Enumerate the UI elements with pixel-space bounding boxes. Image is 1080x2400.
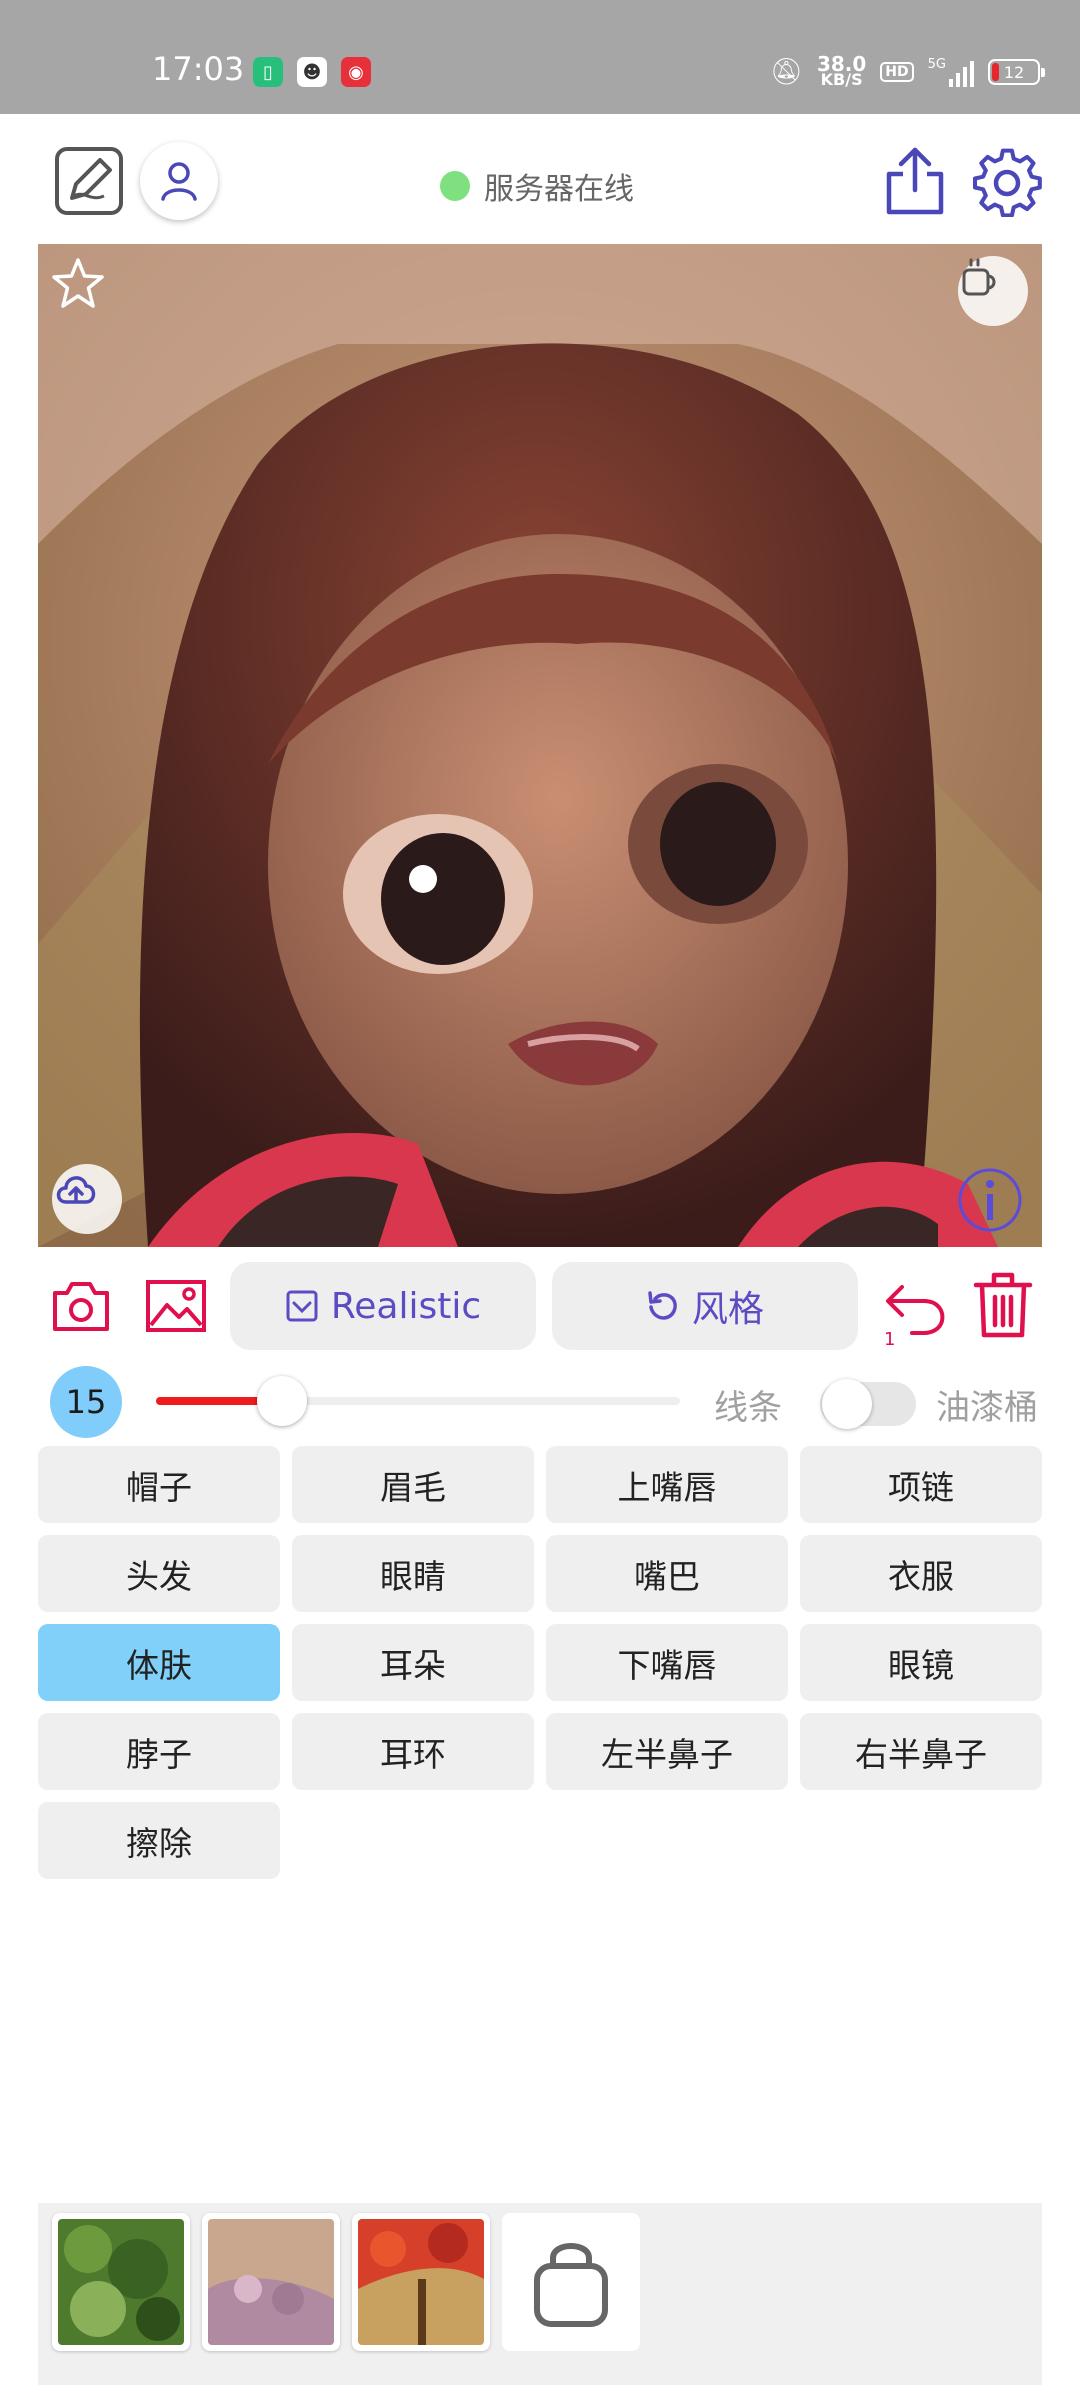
top-toolbar: 服务器在线 [0,114,1080,244]
coffee-cup-icon [962,258,996,296]
brush-row: 15 线条 油漆桶 [0,1360,1080,1440]
gallery-button[interactable] [144,1276,208,1336]
generated-portrait [38,244,1042,1247]
part-button[interactable]: 上嘴唇 [546,1446,788,1523]
online-indicator [440,171,470,201]
share-button[interactable] [880,142,950,218]
settings-button[interactable] [970,144,1044,218]
green-foliage-thumbnail [58,2219,184,2345]
part-button[interactable]: 头发 [38,1535,280,1612]
toggle-knob [822,1379,872,1429]
part-button[interactable]: 耳朵 [292,1624,534,1701]
pink-blossom-thumbnail [208,2219,334,2345]
brush-size-slider[interactable] [156,1376,680,1426]
image-icon [146,1280,206,1332]
cloud-upload-icon [56,1176,96,1204]
image-canvas[interactable] [38,244,1042,1247]
model-label: Realistic [330,1285,482,1327]
part-button[interactable]: 帽子 [38,1446,280,1523]
style-thumbnail[interactable] [352,2213,490,2351]
sketch-edit-button[interactable] [54,146,124,216]
info-button[interactable] [956,1166,1028,1238]
part-selector-grid: 帽子 眉毛 上嘴唇 项链头发 眼睛 嘴巴 衣服体肤 耳朵 下嘴唇 眼镜脖子 耳环 左半鼻子 右半鼻子擦除 [38,1446,1042,1879]
part-button[interactable]: 眉毛 [292,1446,534,1523]
slider-thumb[interactable] [256,1376,307,1426]
game-app-icon: ☻ [297,57,327,87]
refresh-icon [648,1291,677,1320]
brush-size-badge: 15 [50,1366,122,1438]
camera-button[interactable] [50,1276,112,1336]
upload-button[interactable] [52,1164,122,1234]
signal-icon: 5G [928,57,974,87]
status-time: 17:03 [152,50,245,88]
camera-icon [53,1282,109,1331]
shopping-bag-icon [534,2243,608,2327]
account-button[interactable] [140,142,218,220]
style-thumbnail[interactable] [52,2213,190,2351]
user-icon [161,162,197,201]
hd-badge: HD [880,62,914,82]
model-select-button[interactable]: Realistic [230,1262,536,1350]
style-button[interactable]: 风格 [552,1262,858,1350]
delete-button[interactable] [968,1268,1038,1342]
bucket-mode-label: 油漆桶 [936,1388,1038,1428]
music-app-icon: ◉ [341,57,371,87]
part-button[interactable]: 右半鼻子 [800,1713,1042,1790]
part-button[interactable]: 衣服 [800,1535,1042,1612]
wallet-app-icon: ▯ [253,57,283,87]
part-button[interactable]: 嘴巴 [546,1535,788,1612]
undo-button[interactable]: 1 [880,1274,950,1350]
part-button[interactable]: 耳环 [292,1713,534,1790]
part-button[interactable]: 擦除 [38,1802,280,1879]
checkbox-icon [286,1290,318,1322]
style-thumbnail-strip [38,2203,1042,2385]
status-bar: 17:03 ▯ ☻ ◉ 🔕︎ 38.0 KB/S HD 5G 12 [0,0,1080,114]
star-icon [52,258,104,308]
line-mode-label: 线条 [714,1388,782,1428]
bucket-toggle[interactable] [820,1379,916,1429]
part-button[interactable]: 下嘴唇 [546,1624,788,1701]
info-icon [958,1168,1022,1232]
style-thumbnail[interactable] [202,2213,340,2351]
store-button[interactable] [502,2213,640,2351]
part-button[interactable]: 脖子 [38,1713,280,1790]
part-button[interactable]: 眼睛 [292,1535,534,1612]
part-button[interactable]: 项链 [800,1446,1042,1523]
part-button[interactable]: 体肤 [38,1624,280,1701]
server-status: 服务器在线 [440,164,634,208]
favorite-button[interactable] [50,256,114,320]
trash-icon [973,1272,1033,1338]
coffee-button[interactable] [958,256,1028,326]
part-button[interactable]: 眼镜 [800,1624,1042,1701]
undo-count: 1 [884,1329,896,1350]
edit-square-icon [55,147,123,215]
server-status-text: 服务器在线 [484,172,634,207]
mute-icon: 🔕︎ [769,57,803,87]
controls-row: Realistic 风格 1 [0,1254,1080,1354]
gear-icon [972,148,1042,217]
style-label: 风格 [691,1289,764,1330]
network-speed: 38.0 KB/S [816,52,867,89]
battery-icon: 12 [988,59,1045,85]
part-button[interactable]: 左半鼻子 [546,1713,788,1790]
red-tree-thumbnail [358,2219,484,2345]
share-icon [886,147,944,215]
